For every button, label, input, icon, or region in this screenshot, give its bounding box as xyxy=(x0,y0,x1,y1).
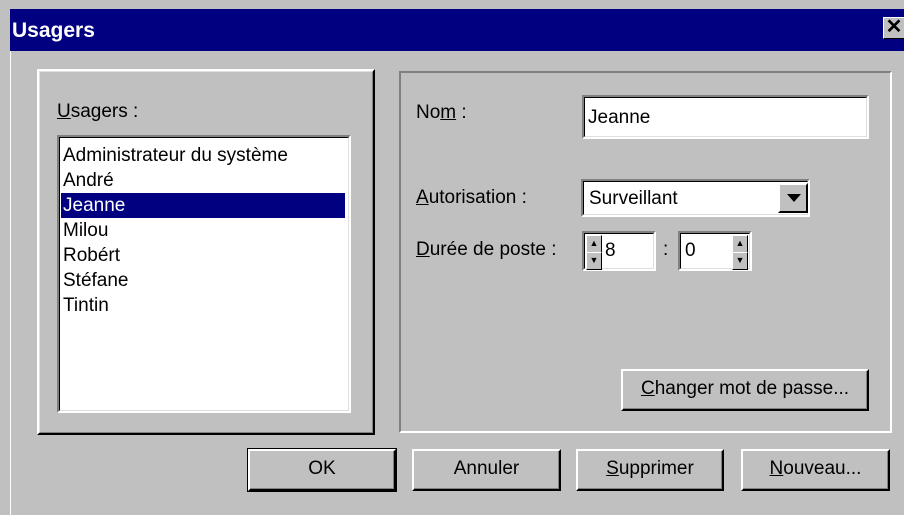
details-panel: Nom : Jeanne Autorisation : Surveillant … xyxy=(399,71,892,433)
spin-down-icon[interactable]: ▼ xyxy=(586,252,602,270)
duration-label: Durée de poste : xyxy=(416,239,557,260)
title-bar: Usagers ✕ xyxy=(10,9,904,51)
hours-spinner[interactable]: ▲ ▼ 8 xyxy=(582,231,656,271)
dialog-body: Usagers : Administrateur du système Andr… xyxy=(10,51,904,515)
users-panel: Usagers : Administrateur du système Andr… xyxy=(37,69,375,435)
window-title: Usagers xyxy=(12,19,95,42)
minutes-value: 0 xyxy=(685,240,696,261)
authorization-dropdown[interactable]: Surveillant xyxy=(581,179,810,217)
list-item[interactable]: Milou xyxy=(61,218,345,243)
list-item[interactable]: Stéfane xyxy=(61,268,345,293)
change-password-button[interactable]: Changer mot de passe... xyxy=(621,369,869,411)
users-label: Usagers : xyxy=(57,101,139,122)
list-item[interactable]: Robért xyxy=(61,243,345,268)
spin-down-icon[interactable]: ▼ xyxy=(732,252,748,270)
chevron-down-icon[interactable] xyxy=(778,183,808,213)
close-icon[interactable]: ✕ xyxy=(883,17,904,39)
list-item-selected[interactable]: Jeanne xyxy=(61,193,345,218)
list-item[interactable]: Tintin xyxy=(61,293,345,318)
authorization-value: Surveillant xyxy=(589,188,678,209)
name-field[interactable]: Jeanne xyxy=(582,95,869,139)
users-listbox[interactable]: Administrateur du système André Jeanne M… xyxy=(57,135,351,413)
name-label: Nom : xyxy=(416,102,467,123)
minutes-spinner[interactable]: 0 ▲ ▼ xyxy=(678,231,752,271)
authorization-label: Autorisation : xyxy=(416,187,527,208)
time-separator: : xyxy=(663,239,669,260)
spin-up-icon[interactable]: ▲ xyxy=(586,235,602,253)
ok-button[interactable]: OK xyxy=(247,448,397,492)
spin-up-icon[interactable]: ▲ xyxy=(732,235,748,253)
cancel-button[interactable]: Annuler xyxy=(412,449,561,491)
delete-button[interactable]: Supprimer xyxy=(576,449,724,491)
list-item[interactable]: Administrateur du système xyxy=(61,143,345,168)
list-item[interactable]: André xyxy=(61,168,345,193)
new-button[interactable]: Nouveau... xyxy=(741,449,890,491)
hours-value: 8 xyxy=(605,240,616,261)
